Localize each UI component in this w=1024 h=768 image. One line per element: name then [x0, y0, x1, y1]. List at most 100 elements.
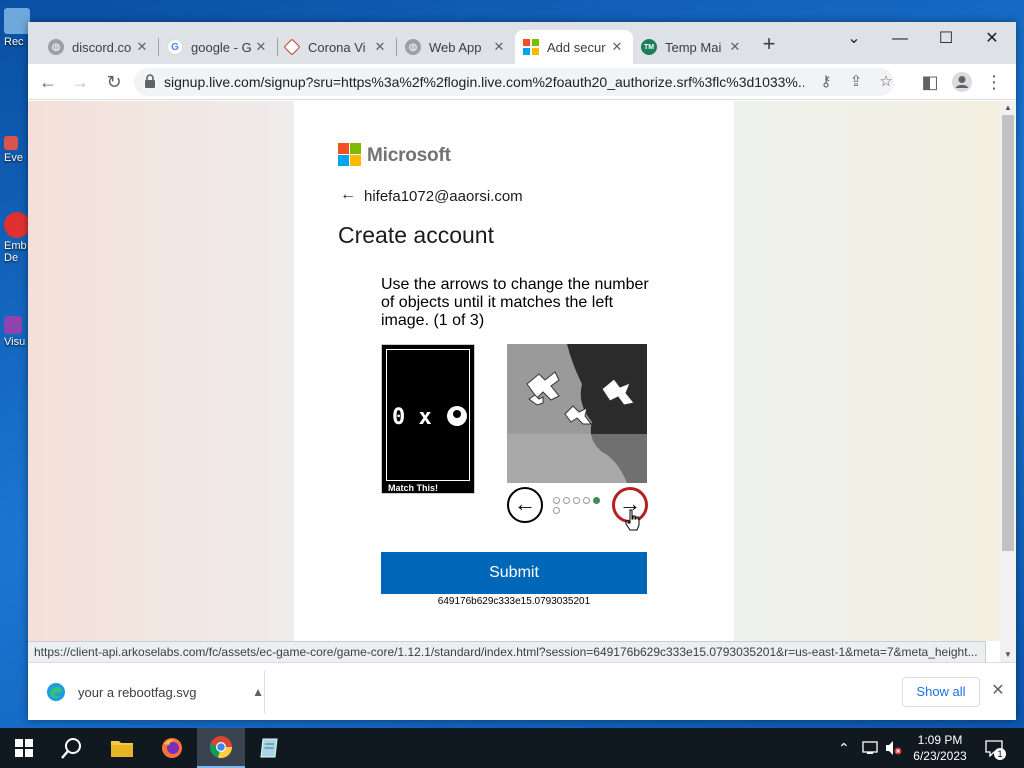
search-button[interactable] [48, 728, 96, 768]
download-item[interactable]: your a rebootfag.svg ▲ [46, 675, 264, 709]
share-icon[interactable]: ⇪ [844, 70, 868, 94]
tab-title: discord.co [72, 39, 132, 55]
microsoft-icon [523, 39, 539, 55]
app-icon [4, 136, 18, 150]
show-hidden-icons-button[interactable]: ⌃ [838, 728, 850, 768]
new-tab-button[interactable]: + [758, 33, 780, 56]
progress-dot [573, 497, 580, 504]
notification-count: 1 [994, 748, 1006, 760]
tab-search-button[interactable]: ⌄ [834, 26, 874, 52]
address-bar[interactable]: signup.live.com/signup?sru=https%3a%2f%2… [134, 68, 894, 96]
account-email: hifefa1072@aaorsi.com [364, 188, 523, 205]
key-icon[interactable]: ⚷ [814, 70, 838, 94]
firefox-button[interactable] [148, 728, 196, 768]
tab-web-app[interactable]: ◍ Web App ✕ [397, 30, 515, 64]
lock-icon [145, 74, 155, 88]
signup-card: Microsoft ← hifefa1072@aaorsi.com Create… [294, 101, 734, 641]
microsoft-logo-icon [338, 143, 362, 167]
scrollbar-thumb[interactable] [1002, 115, 1014, 551]
previous-arrow-button[interactable]: ← [507, 487, 543, 523]
close-tab-icon[interactable]: ✕ [727, 39, 743, 55]
recycle-bin-icon [4, 8, 30, 34]
microsoft-wordmark: Microsoft [367, 145, 451, 166]
tab-temp-mail[interactable]: TM Temp Mai ✕ [633, 30, 751, 64]
scroll-down-icon[interactable]: ▼ [1000, 648, 1016, 662]
progress-dot [553, 497, 560, 504]
scroll-up-icon[interactable]: ▲ [1000, 101, 1016, 115]
match-this-label: Match This! [388, 483, 439, 493]
captcha-puzzle-image [507, 344, 647, 483]
maximize-button[interactable]: ☐ [926, 26, 966, 52]
browser-menu-icon[interactable]: ⋮ [982, 70, 1006, 94]
tab-strip: ◍ discord.co ✕ G google - G ✕ Corona Vi … [28, 22, 1016, 64]
forward-button[interactable]: → [68, 70, 92, 94]
chrome-button[interactable] [197, 728, 245, 768]
corona-icon [283, 38, 301, 56]
notifications-button[interactable]: 1 [984, 728, 1006, 768]
reload-button[interactable]: ↻ [102, 70, 126, 94]
minimize-button[interactable]: — [880, 26, 920, 52]
page-scrollbar[interactable]: ▲ ▼ [1000, 101, 1016, 662]
close-tab-icon[interactable]: ✕ [134, 39, 150, 55]
tab-add-security[interactable]: Add secur ✕ [515, 30, 633, 64]
tab-title: Web App [429, 39, 482, 55]
tab-title: Corona Vi [308, 39, 366, 55]
download-filename: your a rebootfag.svg [78, 684, 197, 700]
search-icon [61, 738, 81, 759]
tab-title: Add secur [547, 39, 606, 55]
taskbar: ⌃ 1:09 PM 6/23/2023 1 [0, 728, 1024, 768]
close-download-bar-icon[interactable]: ✕ [988, 679, 1008, 703]
volume-muted-icon[interactable] [884, 728, 902, 768]
bookmark-star-icon[interactable]: ☆ [874, 70, 898, 94]
globe-icon: ◍ [48, 39, 64, 55]
progress-dot [553, 507, 560, 514]
url-text[interactable]: signup.live.com/signup?sru=https%3a%2f%2… [164, 74, 804, 90]
close-tab-icon[interactable]: ✕ [253, 39, 269, 55]
clock-date: 6/23/2023 [913, 749, 967, 763]
network-icon[interactable] [862, 728, 880, 768]
google-icon: G [167, 39, 183, 55]
close-tab-icon[interactable]: ✕ [491, 39, 507, 55]
globe-icon: ◍ [405, 39, 421, 55]
tab-title: Temp Mai [665, 39, 722, 55]
visual-studio-icon [4, 316, 22, 334]
captcha-reference-image: 0 x Match This! [381, 344, 475, 494]
chevron-up-icon[interactable]: ▲ [252, 685, 264, 699]
profile-avatar-icon[interactable] [950, 70, 974, 94]
browser-window: ◍ discord.co ✕ G google - G ✕ Corona Vi … [28, 22, 1016, 720]
tab-corona[interactable]: Corona Vi ✕ [278, 30, 396, 64]
desktop-icon-label: Eve [4, 152, 23, 164]
chrome-icon [210, 736, 233, 759]
clock-time: 1:09 PM [917, 733, 963, 747]
close-tab-icon[interactable]: ✕ [372, 39, 388, 55]
start-button[interactable] [0, 728, 48, 768]
tab-discord[interactable]: ◍ discord.co ✕ [40, 30, 158, 64]
edge-file-icon [47, 683, 65, 701]
page-title: Create account [338, 222, 494, 248]
browser-toolbar: ← → ↻ signup.live.com/signup?sru=https%3… [28, 64, 1016, 100]
file-explorer-button[interactable] [98, 728, 146, 768]
tab-google[interactable]: G google - G ✕ [159, 30, 277, 64]
close-tab-icon[interactable]: ✕ [609, 39, 625, 55]
side-panel-icon[interactable]: ◧ [918, 70, 942, 94]
divider [264, 671, 265, 713]
app-button[interactable] [246, 728, 294, 768]
back-arrow-icon[interactable]: ← [340, 186, 356, 204]
page-viewport: Microsoft ← hifefa1072@aaorsi.com Create… [28, 101, 1000, 641]
close-window-button[interactable]: ✕ [972, 26, 1012, 52]
tab-title: google - G [191, 39, 252, 55]
reference-count-text: 0 x [392, 405, 432, 430]
show-all-button[interactable]: Show all [902, 677, 980, 707]
hand-cursor-icon [625, 509, 640, 531]
submit-button[interactable]: Submit [381, 552, 647, 594]
desktop-icon-label: Visu [4, 336, 26, 348]
chevron-up-icon: ⌃ [838, 739, 850, 756]
tempmail-icon: TM [641, 39, 657, 55]
download-bar: your a rebootfag.svg ▲ Show all ✕ [28, 662, 1016, 720]
progress-dot [563, 497, 570, 504]
windows-icon [15, 739, 33, 757]
back-button[interactable]: ← [36, 70, 60, 94]
captcha-instruction: Use the arrows to change the number of o… [381, 276, 649, 329]
clock[interactable]: 1:09 PM 6/23/2023 [904, 732, 976, 764]
notepad-icon [260, 738, 278, 758]
